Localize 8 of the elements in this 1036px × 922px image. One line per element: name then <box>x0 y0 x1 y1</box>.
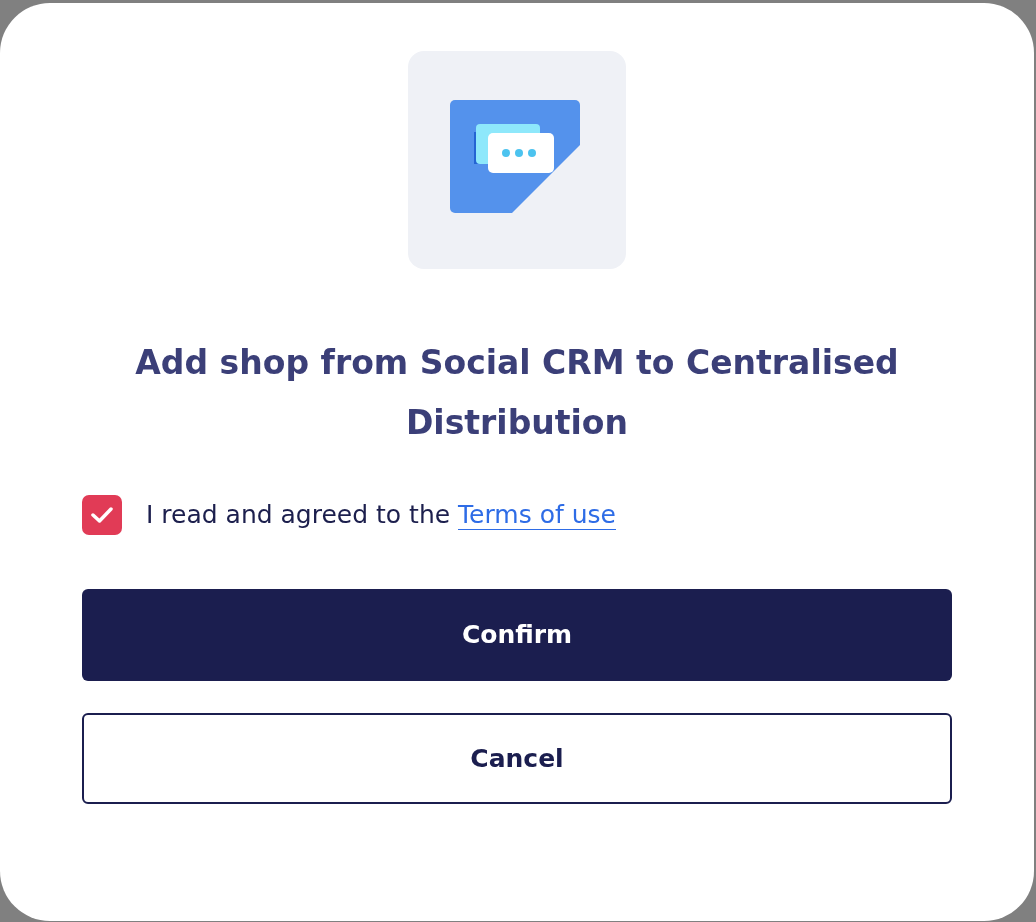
agreement-text: I read and agreed to the Terms of use <box>146 499 616 532</box>
dialog-title: Add shop from Social CRM to Centralised Distribution <box>134 342 900 444</box>
chat-app-icon <box>408 51 626 269</box>
confirm-button[interactable]: Confirm <box>82 589 952 681</box>
cancel-button[interactable]: Cancel <box>82 713 952 804</box>
agree-checkbox[interactable] <box>82 495 122 535</box>
terms-of-use-link[interactable]: Terms of use <box>458 500 616 530</box>
checkmark-icon <box>90 506 114 524</box>
